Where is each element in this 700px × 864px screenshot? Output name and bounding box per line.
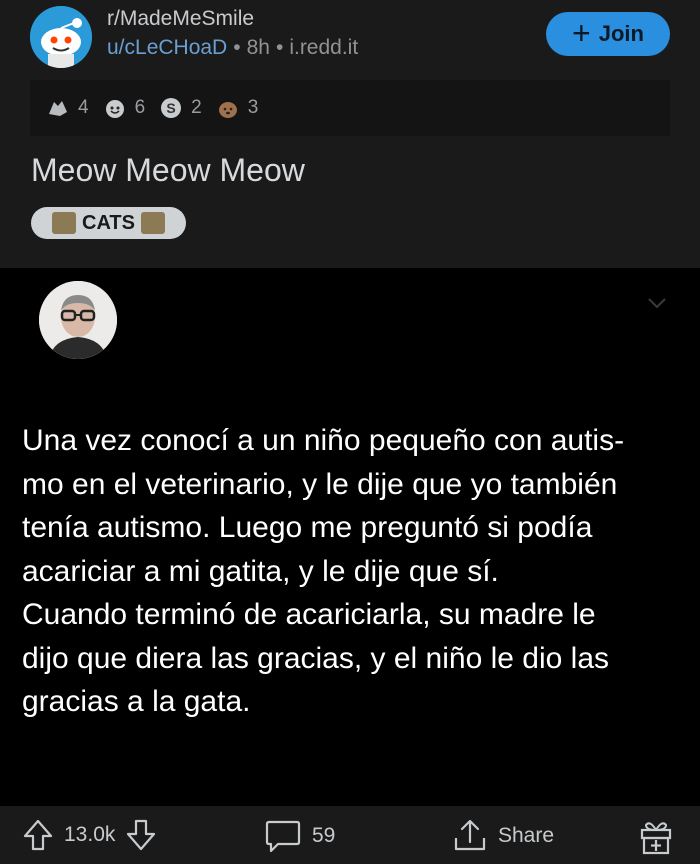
vote-group: 13.0k	[22, 818, 157, 852]
award-wholesome-icon	[105, 100, 124, 118]
image-text-line: acariciar a mi gatita, y le dije que sí.	[22, 554, 499, 588]
award-item[interactable]: 3	[216, 96, 259, 120]
comments-button[interactable]: 59	[264, 818, 335, 854]
image-text: Una vez conocí a un niño pequeño con aut…	[22, 419, 682, 724]
flair-label: CATS	[82, 211, 135, 234]
award-item[interactable]: 4	[46, 96, 89, 120]
award-count: 4	[78, 97, 89, 118]
snoo-icon	[30, 6, 92, 68]
plus-icon: +	[572, 14, 591, 51]
award-silver-icon: S	[161, 98, 182, 118]
share-label: Share	[498, 824, 555, 847]
author-link[interactable]: u/cLeCHoaD	[107, 36, 227, 59]
award-item[interactable]: S 2	[159, 96, 202, 120]
share-icon	[454, 819, 486, 851]
subreddit-name[interactable]: r/MadeMeSmile	[107, 7, 254, 31]
award-count: 2	[191, 97, 202, 118]
upvote-icon[interactable]	[22, 818, 54, 852]
award-dog-icon	[218, 102, 237, 118]
image-text-line: tenía autismo. Luego me preguntó si podí…	[22, 511, 593, 544]
svg-text:S: S	[166, 100, 175, 116]
image-text-line: Una vez conocí a un niño pequeño con aut…	[22, 424, 625, 457]
join-label: Join	[598, 21, 644, 46]
award-button[interactable]	[638, 818, 674, 856]
join-button[interactable]: + Join	[546, 12, 670, 56]
downvote-icon[interactable]	[125, 818, 157, 852]
cat-emoji-icon	[140, 212, 165, 234]
awards-bar[interactable]: 4 6 S 2 3	[30, 80, 670, 136]
award-hands-icon	[49, 101, 67, 116]
comment-count: 59	[312, 824, 336, 847]
comment-icon	[265, 820, 301, 853]
gift-icon	[640, 822, 672, 855]
share-button[interactable]: Share	[452, 818, 554, 854]
award-item[interactable]: 6	[103, 96, 146, 120]
post-meta: u/cLeCHoaD • 8h • i.redd.it	[107, 36, 358, 60]
image-text-line: mo en el veterinario, y le dije que yo t…	[22, 467, 618, 501]
image-text-line: gracias a la gata.	[22, 685, 251, 718]
post-domain[interactable]: i.redd.it	[289, 36, 358, 59]
award-count: 3	[247, 97, 259, 118]
chevron-down-icon	[648, 298, 666, 309]
meta-separator: •	[233, 36, 241, 59]
person-photo-icon	[39, 281, 117, 359]
image-text-line: dijo que diera las gracias, y el niño le…	[22, 641, 610, 675]
vote-score: 13.0k	[64, 823, 116, 846]
image-text-line: Cuando terminó de acariciarla, su madre …	[22, 598, 596, 631]
post-age: 8h	[246, 36, 270, 59]
cat-emoji-icon	[52, 212, 77, 234]
post-flair[interactable]: CATS	[31, 207, 186, 239]
subreddit-avatar[interactable]	[30, 6, 92, 68]
post-title[interactable]: Meow Meow Meow	[31, 152, 305, 189]
award-count: 6	[134, 97, 146, 118]
avatar	[39, 281, 117, 359]
meta-separator: •	[275, 36, 284, 59]
